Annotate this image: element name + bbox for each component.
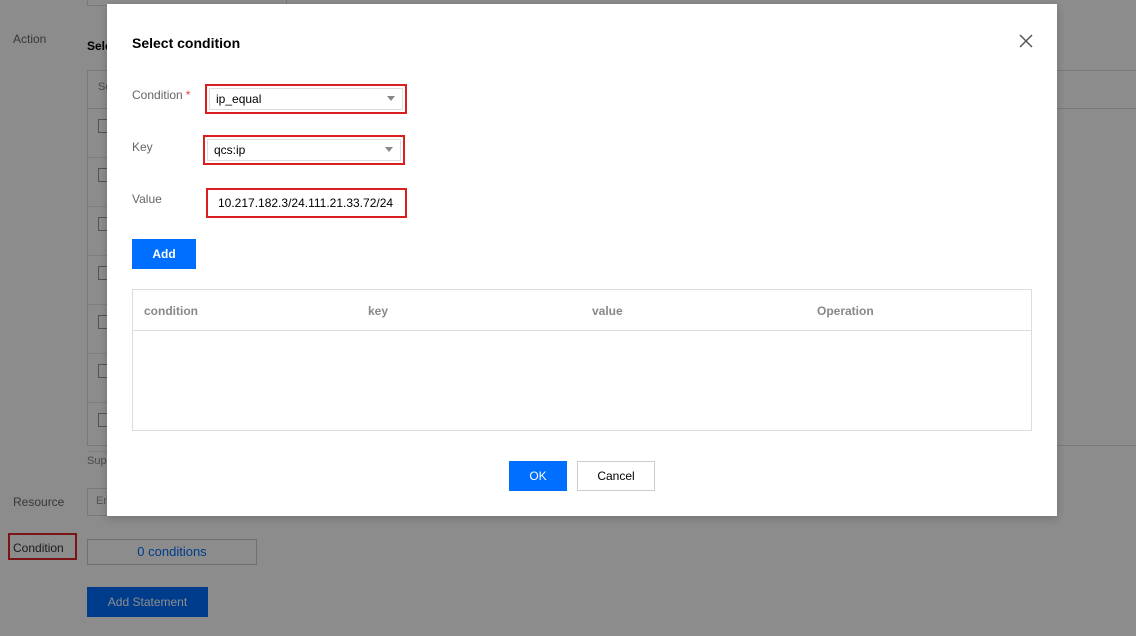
column-header-condition: condition — [144, 304, 198, 318]
chevron-down-icon — [385, 147, 393, 152]
required-mark: * — [185, 88, 191, 102]
select-condition-dialog: Select condition Condition * ip_equal Key… — [107, 4, 1057, 516]
column-header-value: value — [592, 304, 623, 318]
key-select-value: qcs:ip — [207, 139, 401, 161]
ok-button[interactable]: OK — [509, 461, 567, 491]
value-field-label: Value — [132, 192, 162, 206]
close-icon[interactable] — [1017, 32, 1035, 50]
key-field-label: Key — [132, 140, 153, 154]
condition-label-text: Condition — [132, 88, 183, 102]
value-input[interactable]: 10.217.182.3/24.111.21.33.72/24 — [206, 188, 407, 218]
chevron-down-icon — [387, 96, 395, 101]
column-header-key: key — [368, 304, 389, 318]
condition-table: condition key value Operation — [132, 289, 1032, 431]
key-select[interactable]: qcs:ip — [203, 135, 405, 165]
condition-select[interactable]: ip_equal — [205, 84, 407, 114]
dialog-title: Select condition — [132, 35, 241, 51]
add-button[interactable]: Add — [132, 239, 196, 269]
cancel-button[interactable]: Cancel — [577, 461, 655, 491]
condition-field-label: Condition * — [132, 88, 190, 102]
value-input-text: 10.217.182.3/24.111.21.33.72/24 — [218, 196, 394, 210]
column-header-operation: Operation — [817, 304, 874, 318]
condition-select-value: ip_equal — [209, 88, 403, 110]
condition-table-header: condition key value Operation — [133, 290, 1031, 331]
